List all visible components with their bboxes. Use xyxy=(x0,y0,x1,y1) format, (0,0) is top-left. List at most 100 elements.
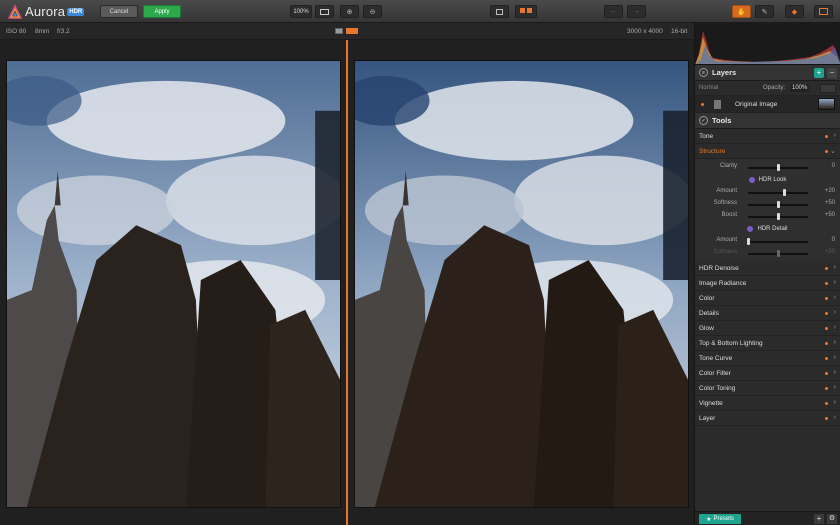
presets-button[interactable]: ★ Presets xyxy=(699,514,741,524)
single-view-button[interactable] xyxy=(490,5,509,18)
layers-header[interactable]: ≡ Layers + − xyxy=(695,65,840,81)
iso-value: ISO 80 xyxy=(6,28,27,35)
presets-panel-button[interactable] xyxy=(814,5,833,18)
slider-track[interactable] xyxy=(748,192,808,194)
tool-section-item[interactable]: Top & Bottom Lighting › xyxy=(695,336,840,351)
slider-label: Amount xyxy=(716,237,737,243)
slider-track[interactable] xyxy=(748,241,808,243)
split-divider-handle[interactable] xyxy=(346,40,348,525)
chevron-right-icon: › xyxy=(833,339,836,346)
presets-bar: ★ Presets + ⚙ xyxy=(695,511,840,525)
split-left-icon xyxy=(335,28,343,34)
arrow-right-icon: → xyxy=(633,8,640,15)
slider-row[interactable]: Softness +50 xyxy=(695,198,840,210)
image-frame-icon xyxy=(819,8,828,15)
tool-section-item[interactable]: Details › xyxy=(695,306,840,321)
tool-label: Color Filter xyxy=(699,369,731,377)
redo-button[interactable]: → xyxy=(627,5,646,18)
add-layer-button[interactable]: + xyxy=(814,68,824,78)
add-preset-button[interactable]: + xyxy=(814,514,824,524)
top-toolbar: Aurora HDR Cancel Apply 100% ⊕ ⊖ ← → ✋ ✎… xyxy=(0,0,840,23)
zoom-level-button[interactable]: 100% xyxy=(290,5,312,18)
opacity-label: Opacity: xyxy=(763,85,786,91)
layer-visibility-dot[interactable] xyxy=(701,102,704,106)
slider-row[interactable]: Amount 0 xyxy=(695,235,840,247)
chevron-right-icon: › xyxy=(833,309,836,316)
tool-active-dot xyxy=(825,150,828,153)
app-logo: Aurora HDR xyxy=(7,3,85,20)
tool-section-item[interactable]: Glow › xyxy=(695,321,840,336)
slider-knob[interactable] xyxy=(777,213,780,220)
tool-active-dot xyxy=(825,267,828,270)
remove-layer-button[interactable]: − xyxy=(827,68,837,78)
slider-knob[interactable] xyxy=(777,250,780,257)
tool-label: Structure xyxy=(699,147,726,155)
zoom-out-button[interactable]: ⊖ xyxy=(363,5,382,18)
split-compare-icon xyxy=(519,8,533,15)
layer-controls: Normal Opacity: 100% xyxy=(695,81,840,96)
tool-active-dot xyxy=(825,357,828,360)
tool-section-item[interactable]: Image Radiance › xyxy=(695,276,840,291)
layer-item[interactable]: Original Image xyxy=(695,96,840,113)
aperture-value: f/3.2 xyxy=(57,28,70,35)
tool-active-dot xyxy=(825,297,828,300)
hand-icon: ✋ xyxy=(737,8,746,16)
compare-view-button[interactable] xyxy=(515,5,537,18)
brush-tool-button[interactable]: ✎ xyxy=(755,5,774,18)
hdr-look-title: HDR Look xyxy=(758,176,787,183)
tool-section-item[interactable]: Color › xyxy=(695,291,840,306)
zoom-out-icon: ⊖ xyxy=(369,8,376,16)
slider-knob[interactable] xyxy=(783,189,786,196)
arrow-left-icon: ← xyxy=(610,8,617,15)
zoom-in-icon: ⊕ xyxy=(346,8,353,16)
tool-active-dot xyxy=(825,282,828,285)
aurora-logo-icon xyxy=(7,3,23,19)
tool-label: Color xyxy=(699,294,715,302)
chevron-right-icon: › xyxy=(833,294,836,301)
opacity-value[interactable]: 100% xyxy=(790,84,810,92)
tool-label: Color Toning xyxy=(699,384,736,392)
hand-tool-button[interactable]: ✋ xyxy=(732,5,751,18)
layer-name: Original Image xyxy=(735,100,778,108)
slider-knob[interactable] xyxy=(777,164,780,171)
brush-icon: ✎ xyxy=(761,8,768,16)
tool-structure[interactable]: Structure ⌄ xyxy=(695,144,840,159)
slider-knob[interactable] xyxy=(777,201,780,208)
cancel-button[interactable]: Cancel xyxy=(100,5,138,18)
tool-tone[interactable]: Tone › xyxy=(695,129,840,144)
tool-section-item[interactable]: Color Filter › xyxy=(695,366,840,381)
tool-section-item[interactable]: Layer › xyxy=(695,411,840,426)
chevron-right-icon: › xyxy=(833,354,836,361)
fit-screen-button[interactable] xyxy=(315,5,334,18)
slider-knob[interactable] xyxy=(747,238,750,245)
aurora-hdr-window: Aurora HDR Cancel Apply 100% ⊕ ⊖ ← → ✋ ✎… xyxy=(0,0,840,525)
slider-value: 0 xyxy=(831,163,835,169)
clarity-slider-row[interactable]: Clarity 0 xyxy=(695,161,840,173)
layers-title: Layers xyxy=(712,68,737,77)
layers-panel-button[interactable]: ◆ xyxy=(785,5,804,18)
slider-value: +20 xyxy=(824,188,835,194)
slider-row[interactable]: Amount +20 xyxy=(695,186,840,198)
tool-section-item[interactable]: Color Toning › xyxy=(695,381,840,396)
layer-options-icon[interactable] xyxy=(820,84,836,93)
hdr-detail-sliders: Amount 0 Softness +50 xyxy=(695,235,840,259)
right-panel: ≡ Layers + − Normal Opacity: 100% Origin… xyxy=(694,23,840,525)
photo-canvas[interactable] xyxy=(0,40,694,525)
tools-header[interactable]: ✓ Tools xyxy=(695,113,840,129)
image-info-bar: ISO 80 8mm f/3.2 3000 x 4000 16-bit xyxy=(0,23,694,40)
apply-button[interactable]: Apply xyxy=(143,5,181,18)
app-name: Aurora xyxy=(25,4,66,19)
slider-row[interactable]: Boost +50 xyxy=(695,210,840,222)
undo-button[interactable]: ← xyxy=(604,5,623,18)
tool-active-dot xyxy=(825,372,828,375)
tool-section-item[interactable]: Tone Curve › xyxy=(695,351,840,366)
tool-label: Vignette xyxy=(699,399,723,407)
view-mode-toggle[interactable] xyxy=(335,28,358,34)
tool-section-item[interactable]: Vignette › xyxy=(695,396,840,411)
settings-icon[interactable]: ⚙ xyxy=(827,514,837,524)
slider-label: Amount xyxy=(716,188,737,194)
zoom-in-button[interactable]: ⊕ xyxy=(340,5,359,18)
hdr-detail-title: HDR Detail xyxy=(757,225,788,232)
blend-mode-select[interactable]: Normal xyxy=(699,85,718,91)
tool-section-item[interactable]: HDR Denoise › xyxy=(695,261,840,276)
